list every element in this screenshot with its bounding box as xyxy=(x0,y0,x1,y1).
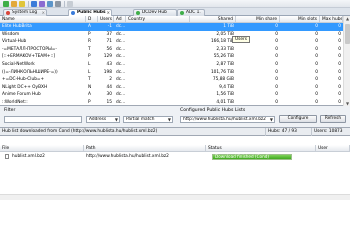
transfer-progress: Download finished (Cond) xyxy=(212,154,292,160)
hub-icon xyxy=(136,11,140,15)
hub-list-url-value: http://www.hublista.hu/hublist.xml.bz2 xyxy=(183,117,266,122)
tab-label: System Log xyxy=(12,10,38,15)
configure-button[interactable]: Configure xyxy=(279,115,317,123)
toolbar-separator xyxy=(28,1,29,7)
settings-icon[interactable] xyxy=(55,1,61,7)
scroll-thumb[interactable] xyxy=(345,24,350,44)
transfer-file: hublist.xml.bz2 xyxy=(12,154,45,159)
filter-panel: Filter Address ▼ Partial match ▼ Configu… xyxy=(0,106,350,128)
hub-list-url-select[interactable]: http://www.hublista.hu/hublist.xml.bz2 ▼ xyxy=(180,116,275,123)
search-icon[interactable] xyxy=(47,1,53,7)
vertical-scrollbar[interactable]: ▲ ▼ xyxy=(343,16,350,106)
transfer-path: http://www.hublista.hu/hublist.xml.bz2 xyxy=(86,154,169,159)
tab-adc[interactable]: ADC 1. xyxy=(177,9,205,16)
favorites-icon[interactable] xyxy=(19,1,25,7)
filter-label: Filter xyxy=(4,108,16,113)
horizontal-scrollbar[interactable] xyxy=(0,194,350,200)
column-header-country[interactable]: Country xyxy=(126,16,190,23)
notepad-icon[interactable] xyxy=(67,1,73,7)
scroll-up-icon[interactable]: ▲ xyxy=(345,16,350,21)
column-header-max-hubs[interactable]: Max hubs xyxy=(320,16,343,23)
status-bar: Hub list downloaded from Cond (http://ww… xyxy=(0,128,350,136)
tab-public-hubs[interactable]: Public Hubs × xyxy=(68,9,112,16)
filter-column-value: Address xyxy=(89,117,107,122)
tab-bar: System Log × Public Hubs × DCDev Hub ADC… xyxy=(0,8,350,16)
tooltip: Users xyxy=(232,36,251,43)
filter-mode-value: Partial match xyxy=(126,117,155,122)
chevron-down-icon: ▼ xyxy=(269,117,273,122)
chevron-down-icon: ▼ xyxy=(167,117,171,122)
column-header-path[interactable]: Path xyxy=(84,145,206,152)
hubs-count: Hubs: 47 / 93 xyxy=(266,128,312,136)
reconnect-icon[interactable] xyxy=(11,1,17,7)
tab-system-log[interactable]: System Log × xyxy=(3,9,47,16)
hub-icon xyxy=(180,11,184,15)
column-header-users[interactable]: Users xyxy=(98,16,114,23)
column-header-user[interactable]: User xyxy=(316,145,350,152)
configured-lists-label: Configured Public Hubs Lists xyxy=(180,108,246,113)
queue-icon[interactable] xyxy=(39,1,45,7)
toolbar xyxy=(0,0,350,8)
filter-mode-select[interactable]: Partial match ▼ xyxy=(123,116,173,123)
globe-icon xyxy=(71,11,75,15)
refresh-button[interactable]: Refresh xyxy=(320,115,346,123)
status-message: Hub list downloaded from Cond (http://ww… xyxy=(0,128,266,136)
column-header-name[interactable]: Name xyxy=(0,16,86,23)
public-hubs-list[interactable]: Name D Users Ad Country Shared Min share… xyxy=(0,16,350,106)
column-header-min-share[interactable]: Min share xyxy=(236,16,280,23)
filter-input[interactable] xyxy=(4,116,82,123)
column-header-file[interactable]: File xyxy=(0,145,84,152)
transfer-row[interactable]: hublist.xml.bz2 http://www.hublista.hu/h… xyxy=(0,153,350,161)
tab-label: Public Hubs xyxy=(77,10,106,15)
transfers-panel: File Path Status User hublist.xml.bz2 ht… xyxy=(0,136,350,200)
transfer-status: Download finished (Cond) xyxy=(215,154,270,159)
log-icon xyxy=(6,11,10,15)
column-header-status[interactable]: Status xyxy=(206,145,316,152)
tab-label: DCDev Hub xyxy=(142,10,167,15)
file-icon xyxy=(5,154,9,159)
users-count: Users: 10873 xyxy=(314,129,343,134)
tab-label: ADC 1. xyxy=(186,10,201,15)
column-header-shared[interactable]: Shared xyxy=(190,16,236,23)
tab-dcdev-hub[interactable]: DCDev Hub xyxy=(133,9,177,16)
chevron-down-icon: ▼ xyxy=(114,117,118,122)
public-hubs-icon[interactable] xyxy=(31,1,37,7)
column-header-min-slots[interactable]: Min slots xyxy=(280,16,320,23)
toolbar-separator xyxy=(64,1,65,7)
filter-column-select[interactable]: Address ▼ xyxy=(86,116,120,123)
column-header-description[interactable]: D xyxy=(86,16,98,23)
connect-icon[interactable] xyxy=(3,1,9,7)
column-header-address[interactable]: Ad xyxy=(114,16,126,23)
